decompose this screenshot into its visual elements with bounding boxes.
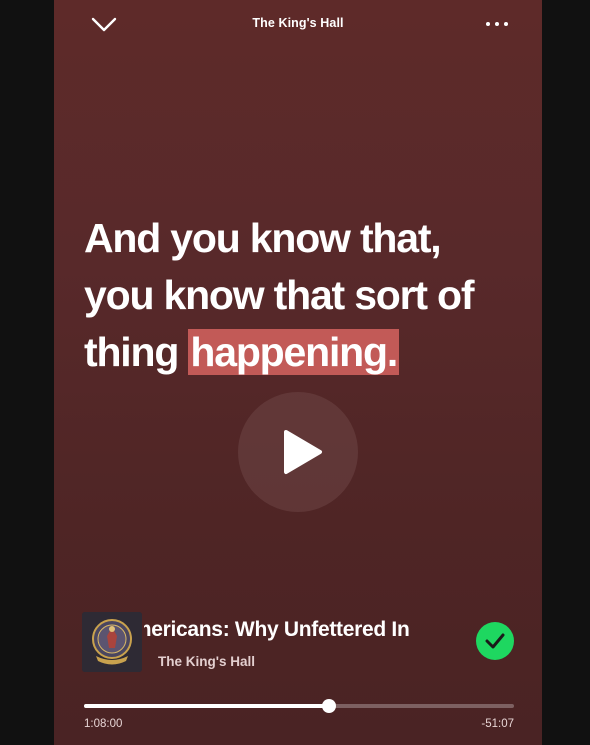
episode-title-text: Americans: Why Unfettered In: [144, 618, 410, 641]
elapsed-time: 1:08:00: [84, 718, 123, 730]
episode-title[interactable]: Americans: Why Unfettered In: [144, 618, 450, 642]
top-bar: The King's Hall: [54, 0, 542, 48]
transcript-text: And you know that, you know that sort of…: [84, 210, 524, 381]
play-icon: [284, 430, 322, 474]
podcast-cover-art: [82, 612, 142, 672]
progress-knob[interactable]: [322, 699, 337, 713]
transcript-line: you know that sort of: [84, 272, 475, 318]
crest-icon: [82, 612, 142, 672]
saved-button[interactable]: [476, 622, 514, 660]
remaining-time: -51:07: [481, 718, 514, 730]
show-name[interactable]: The King's Hall: [158, 654, 255, 669]
now-playing-screen: The King's Hall And you know that, you k…: [54, 0, 542, 745]
transcript-word: thing: [84, 329, 189, 375]
progress-bar[interactable]: [84, 699, 514, 713]
play-button[interactable]: [238, 392, 358, 512]
transcript-line: And you know that,: [84, 215, 442, 261]
now-playing-bar[interactable]: Americans: Why Unfettered In The King's …: [82, 610, 522, 674]
app-frame: The King's Hall And you know that, you k…: [0, 0, 590, 745]
transcript-line: thing happening.: [84, 324, 524, 381]
more-horizontal-icon[interactable]: [484, 14, 510, 34]
current-word-highlight: happening.: [188, 329, 400, 375]
page-title: The King's Hall: [252, 16, 344, 30]
progress-fill: [84, 704, 330, 708]
check-circle-icon: [485, 633, 505, 649]
